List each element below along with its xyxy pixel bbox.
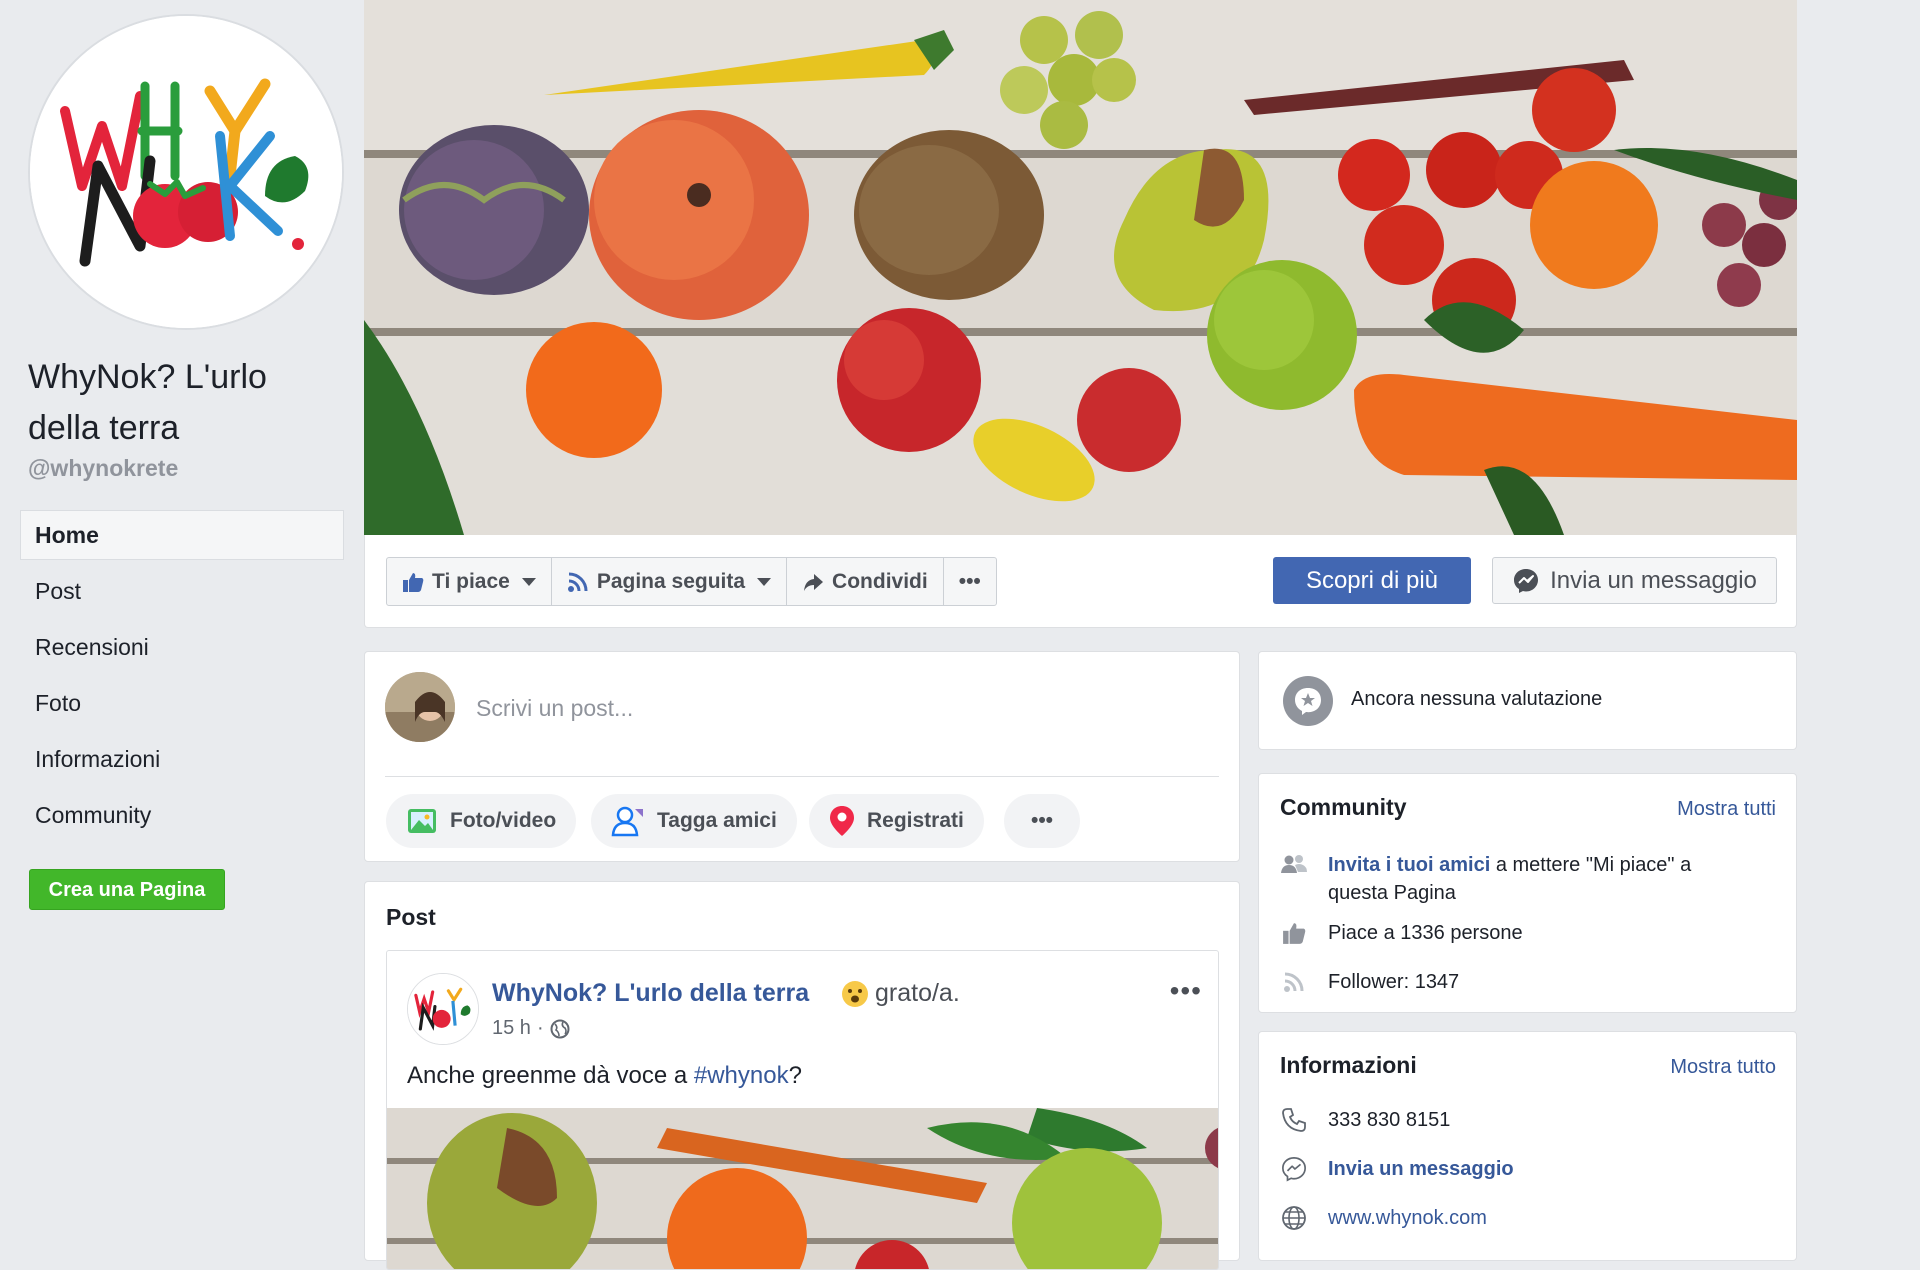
page-actions-group: Ti piace Pagina seguita Condividi ••• xyxy=(386,557,997,606)
post-feeling-text: grato/a. xyxy=(875,979,960,1007)
rss-follow-icon xyxy=(567,572,588,592)
tag-friends-button[interactable]: Tagga amici xyxy=(591,794,797,848)
invite-friends-link[interactable]: Invita i tuoi amici xyxy=(1328,854,1490,876)
phone-row: 333 830 8151 xyxy=(1280,1106,1450,1134)
messenger-row: Invia un messaggio xyxy=(1280,1155,1514,1183)
info-title: Informazioni xyxy=(1280,1052,1417,1078)
post-composer: Scrivi un post... Foto/video Tagga amici… xyxy=(364,651,1240,862)
posts-section-title: Post xyxy=(386,904,436,930)
composer-input[interactable]: Scrivi un post... xyxy=(476,695,633,722)
post-text-suffix: ? xyxy=(788,1062,802,1089)
share-button[interactable]: Condividi xyxy=(787,558,944,605)
post-author-name[interactable]: WhyNok? L'urlo della terra xyxy=(492,979,809,1008)
post-text-prefix: Anche greenme dà voce a xyxy=(407,1062,694,1089)
page-title[interactable]: WhyNok? L'urlo della terra xyxy=(28,352,348,454)
share-button-label: Condividi xyxy=(832,569,928,593)
learn-more-button[interactable]: Scopri di più xyxy=(1273,557,1471,604)
phone-icon xyxy=(1280,1106,1308,1134)
phone-number[interactable]: 333 830 8151 xyxy=(1328,1106,1450,1134)
post-author-avatar[interactable] xyxy=(407,973,479,1045)
posts-section: Post WhyNok? L'urlo della terra grato/a.… xyxy=(364,881,1240,1270)
rating-status-text: Ancora nessuna valutazione xyxy=(1351,688,1603,710)
more-dots-icon: ••• xyxy=(1030,809,1054,832)
user-photo xyxy=(385,672,455,742)
create-page-button[interactable]: Crea una Pagina xyxy=(29,869,225,910)
share-arrow-icon xyxy=(804,573,824,591)
page-profile-picture[interactable] xyxy=(28,14,344,330)
likes-row: Piace a 1336 persone xyxy=(1280,919,1523,947)
info-card: Informazioni Mostra tutto 333 830 8151 I… xyxy=(1258,1031,1797,1261)
followers-count-text: Follower: 1347 xyxy=(1328,971,1460,993)
messenger-icon xyxy=(1514,568,1539,593)
invite-friends-text: Invita i tuoi amici a mettere "Mi piace"… xyxy=(1328,851,1750,907)
cover-photo[interactable] xyxy=(364,0,1797,535)
friends-icon xyxy=(1280,851,1308,879)
tag-friends-icon xyxy=(611,806,643,837)
send-message-label: Invia un messaggio xyxy=(1550,566,1757,594)
more-dots-icon: ••• xyxy=(958,569,981,593)
hashtag-link[interactable]: #whynok xyxy=(694,1062,789,1089)
send-message-button[interactable]: Invia un messaggio xyxy=(1492,557,1777,604)
info-see-all-link[interactable]: Mostra tutto xyxy=(1670,1056,1776,1079)
rss-follow-icon xyxy=(1280,968,1308,996)
thumbs-up-icon xyxy=(1280,919,1308,947)
more-composer-options-button[interactable]: ••• xyxy=(1004,794,1080,848)
like-button-label: Ti piace xyxy=(432,569,510,593)
meta-separator: · xyxy=(536,1017,544,1039)
post-item: WhyNok? L'urlo della terra grato/a. 15 h… xyxy=(386,950,1219,1270)
post-meta: 15 h · xyxy=(492,1017,570,1040)
whynok-logo xyxy=(30,16,342,328)
likes-count-text: Piace a 1336 persone xyxy=(1328,922,1523,944)
website-link[interactable]: www.whynok.com xyxy=(1328,1204,1487,1232)
post-text: Anche greenme dà voce a #whynok? xyxy=(407,1062,802,1090)
vegetables-cover-image xyxy=(364,0,1797,535)
sidebar-item-photos[interactable]: Foto xyxy=(20,678,344,728)
page-action-bar: Ti piace Pagina seguita Condividi ••• Sc… xyxy=(364,535,1797,628)
user-avatar[interactable] xyxy=(385,672,455,742)
sidebar-item-home[interactable]: Home xyxy=(20,510,344,560)
photo-icon xyxy=(408,809,436,833)
rating-star-icon xyxy=(1283,676,1333,726)
follow-button[interactable]: Pagina seguita xyxy=(552,558,788,605)
post-feeling: grato/a. xyxy=(841,979,960,1008)
followers-row: Follower: 1347 xyxy=(1280,968,1459,996)
page-handle[interactable]: @whynokrete xyxy=(28,455,178,482)
rating-card: Ancora nessuna valutazione xyxy=(1258,651,1797,750)
divider xyxy=(385,776,1219,777)
checkin-label: Registrati xyxy=(867,809,964,832)
follow-button-label: Pagina seguita xyxy=(596,569,746,593)
community-see-all-link[interactable]: Mostra tutti xyxy=(1677,798,1776,821)
messenger-icon xyxy=(1280,1155,1308,1183)
website-row: www.whynok.com xyxy=(1280,1204,1487,1232)
vegetables-post-image xyxy=(387,1108,1218,1269)
globe-icon xyxy=(1280,1204,1308,1232)
post-timestamp[interactable]: 15 h xyxy=(492,1017,531,1040)
tag-friends-label: Tagga amici xyxy=(657,809,777,832)
whynok-logo xyxy=(408,974,478,1044)
thumbs-up-icon xyxy=(403,572,424,592)
grateful-emoji-icon xyxy=(842,980,868,1007)
chevron-down-icon xyxy=(757,577,772,586)
photo-video-label: Foto/video xyxy=(450,809,557,832)
post-image[interactable] xyxy=(387,1108,1218,1269)
sidebar-item-community[interactable]: Community xyxy=(20,790,344,840)
community-title: Community xyxy=(1280,794,1407,820)
globe-public-icon xyxy=(550,1019,570,1038)
invite-friends-row: Invita i tuoi amici a mettere "Mi piace"… xyxy=(1280,851,1750,907)
more-actions-button[interactable]: ••• xyxy=(944,558,996,605)
like-button[interactable]: Ti piace xyxy=(387,558,552,605)
post-options-button[interactable]: ••• xyxy=(1170,975,1202,1007)
sidebar-item-reviews[interactable]: Recensioni xyxy=(20,622,344,672)
send-message-link[interactable]: Invia un messaggio xyxy=(1328,1155,1514,1183)
photo-video-button[interactable]: Foto/video xyxy=(386,794,577,848)
community-card: Community Mostra tutti Invita i tuoi ami… xyxy=(1258,773,1797,1013)
checkin-button[interactable]: Registrati xyxy=(809,794,984,848)
sidebar-item-info[interactable]: Informazioni xyxy=(20,734,344,784)
sidebar-item-post[interactable]: Post xyxy=(20,566,344,616)
chevron-down-icon xyxy=(521,577,536,586)
location-pin-icon xyxy=(830,806,854,836)
